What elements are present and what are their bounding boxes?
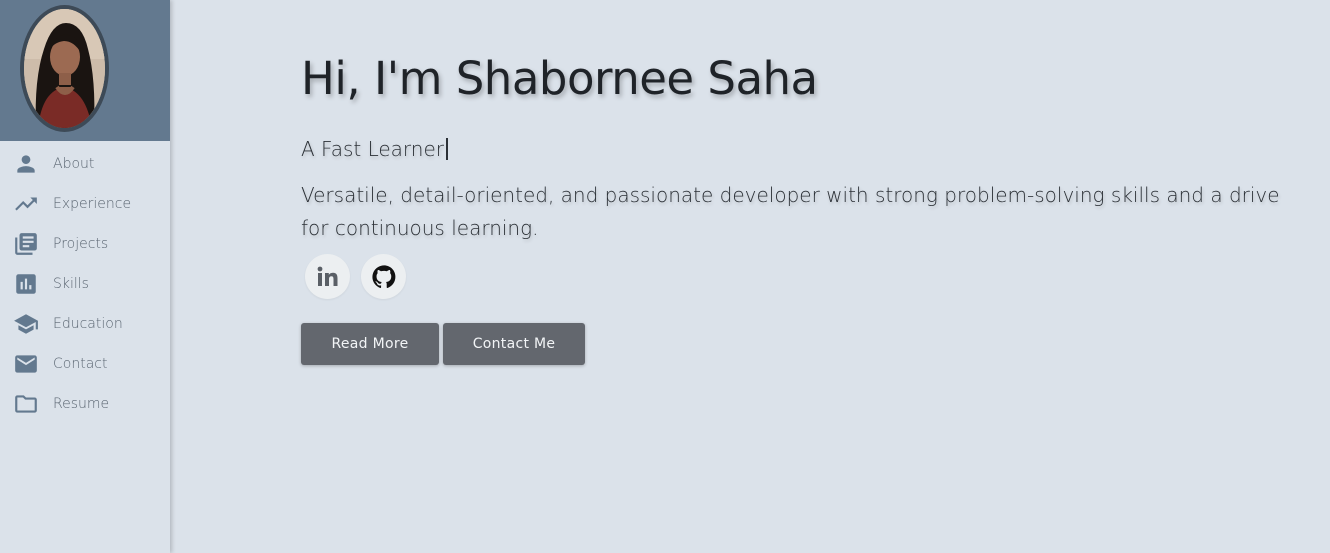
sidebar-item-label: Experience [53,196,132,212]
sidebar-item-label: Contact [53,356,108,372]
person-icon [13,151,39,177]
profile-header [0,0,170,141]
sidebar-item-label: Skills [53,276,89,292]
sidebar-item-label: Resume [53,396,110,412]
avatar [20,5,109,132]
contact-me-button[interactable]: Contact Me [443,323,585,365]
page-title: Hi, I'm Shabornee Saha [301,52,818,105]
sidebar-nav: About Experience Projects Skills Educati… [0,144,170,424]
social-links [305,254,1291,299]
graduation-cap-icon [13,311,39,337]
sidebar-item-label: Projects [53,236,109,252]
sidebar-item-contact[interactable]: Contact [0,344,170,384]
sidebar-item-experience[interactable]: Experience [0,184,170,224]
linkedin-icon [317,266,337,286]
sidebar-item-education[interactable]: Education [0,304,170,344]
sidebar: About Experience Projects Skills Educati… [0,0,170,553]
github-link[interactable] [361,254,406,299]
library-books-icon [13,231,39,257]
tagline-text: A Fast Learner [301,137,445,161]
hero-actions: Read More Contact Me [301,323,1291,365]
sidebar-item-label: About [53,156,95,172]
folder-icon [13,391,39,417]
typing-tagline: A Fast Learner [301,136,1291,162]
hero-description: Versatile, detail-oriented, and passiona… [301,183,1280,240]
sidebar-item-about[interactable]: About [0,144,170,184]
trending-up-icon [13,191,39,217]
sidebar-item-resume[interactable]: Resume [0,384,170,424]
read-more-button[interactable]: Read More [301,323,439,365]
hero-section: Hi, I'm Shabornee Saha A Fast Learner Ve… [301,0,1291,365]
typing-cursor [446,138,448,160]
mail-icon [13,351,39,377]
bar-chart-icon [13,271,39,297]
sidebar-item-skills[interactable]: Skills [0,264,170,304]
linkedin-link[interactable] [305,254,350,299]
github-icon [371,264,395,288]
sidebar-item-projects[interactable]: Projects [0,224,170,264]
sidebar-item-label: Education [53,316,123,332]
